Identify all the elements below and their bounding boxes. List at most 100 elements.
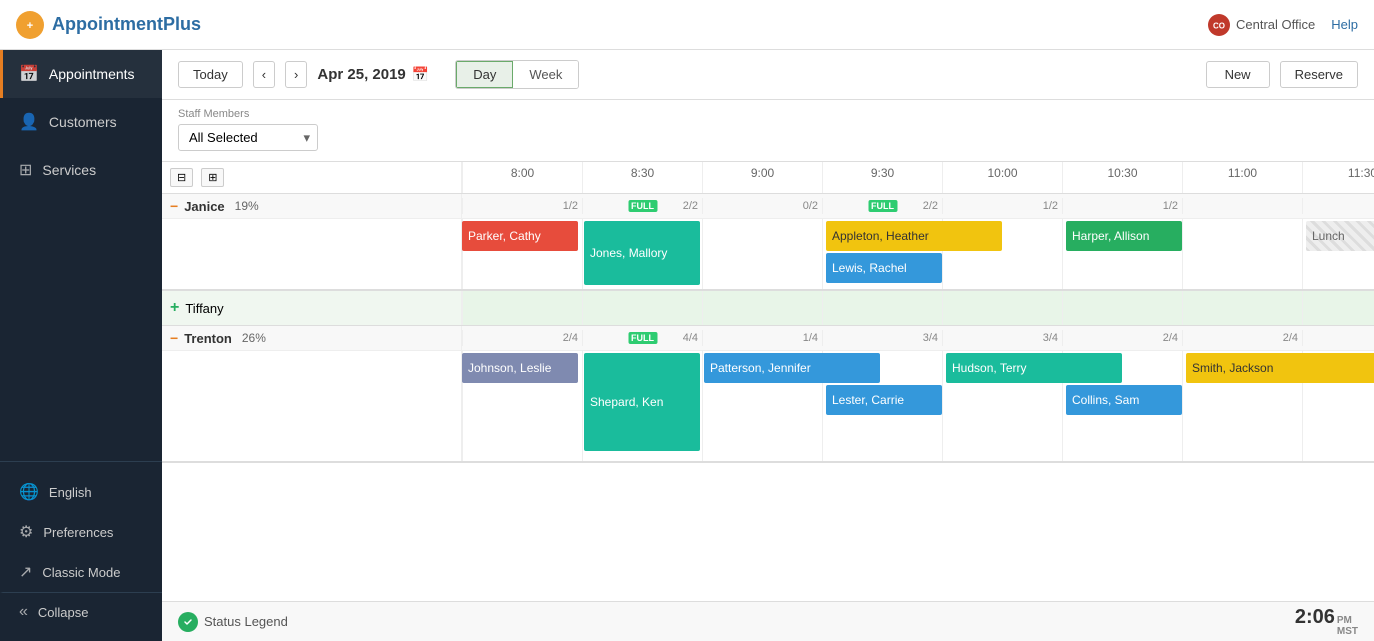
new-button[interactable]: New [1206, 61, 1270, 88]
tiffany-row: + Tiffany [162, 291, 1374, 326]
main-layout: 📅 Appointments 👤 Customers ⊞ Services 🌐 … [0, 50, 1374, 641]
svg-text:CO: CO [1213, 21, 1225, 30]
sidebar-item-preferences[interactable]: ⚙ Preferences [0, 512, 162, 552]
logo-icon: + [16, 11, 44, 39]
english-icon: 🌐 [19, 482, 39, 502]
trenton-appt-stub [162, 351, 462, 461]
appt-lester-carrie[interactable]: Lester, Carrie [826, 385, 942, 415]
trenton-cap-5: 2/4 [1062, 330, 1182, 346]
today-button[interactable]: Today [178, 61, 243, 88]
janice-name: Janice [184, 199, 224, 214]
sidebar-nav: 📅 Appointments 👤 Customers ⊞ Services [0, 50, 162, 461]
customers-icon: 👤 [19, 112, 39, 132]
collapse-icon: « [19, 603, 28, 621]
appt-lewis-rachel[interactable]: Lewis, Rachel [826, 253, 942, 283]
appointments-icon: 📅 [19, 64, 39, 84]
day-view-button[interactable]: Day [456, 61, 513, 88]
sidebar-item-label-appointments: Appointments [49, 66, 135, 82]
status-legend[interactable]: Status Legend [178, 612, 288, 632]
appt-parker-cathy[interactable]: Parker, Cathy [462, 221, 578, 251]
svg-text:+: + [27, 20, 33, 32]
calendar-icon[interactable]: 📅 [412, 66, 429, 83]
sidebar: 📅 Appointments 👤 Customers ⊞ Services 🌐 … [0, 50, 162, 641]
tiffany-cell-7 [1302, 291, 1374, 325]
trenton-appt-area: Johnson, Leslie Shepard, Ken Patterson, … [462, 351, 1374, 461]
tiffany-cell-0 [462, 291, 582, 325]
central-office-icon: CO [1208, 14, 1230, 36]
expand-view-btn[interactable]: ⊞ [201, 168, 224, 187]
appt-patterson-jennifer[interactable]: Patterson, Jennifer [704, 353, 880, 383]
janice-appt-row: Parker, Cathy Jones, Mallory Appleton, H… [162, 219, 1374, 289]
topbar-right: CO Central Office Help [1208, 14, 1358, 36]
tiffany-cells [462, 291, 1374, 325]
status-legend-label: Status Legend [204, 614, 288, 629]
logo: + AppointmentPlus [16, 11, 201, 39]
janice-cap-cells: 1/2 FULL2/2 0/2 FULL2/2 1/2 1/2 [462, 198, 1374, 214]
time-slot-1000: 10:00 [942, 162, 1062, 193]
staff-select[interactable]: All Selected [178, 124, 318, 151]
time-header: ⊟ ⊞ 8:00 8:30 9:00 9:30 10:00 10:30 11:0… [162, 162, 1374, 194]
help-link[interactable]: Help [1331, 17, 1358, 32]
tiffany-cell-6 [1182, 291, 1302, 325]
collapse-view-btn[interactable]: ⊟ [170, 168, 193, 187]
trenton-toggle[interactable]: − [170, 330, 178, 346]
time-slot-830: 8:30 [582, 162, 702, 193]
appt-smith-jackson[interactable]: Smith, Jackson [1186, 353, 1374, 383]
tiffany-name: Tiffany [185, 301, 223, 316]
next-button[interactable]: › [285, 61, 307, 88]
sidebar-item-appointments[interactable]: 📅 Appointments [0, 50, 162, 98]
trenton-cap-3: 3/4 [822, 330, 942, 346]
janice-cap-7 [1302, 198, 1374, 214]
prev-button[interactable]: ‹ [253, 61, 275, 88]
classic-mode-icon: ↗ [19, 562, 32, 582]
trenton-appt-row: Johnson, Leslie Shepard, Ken Patterson, … [162, 351, 1374, 461]
janice-appt-stub [162, 219, 462, 289]
trenton-cap-4: 3/4 [942, 330, 1062, 346]
central-office-label: Central Office [1236, 17, 1315, 32]
sidebar-item-label-preferences: Preferences [43, 525, 113, 540]
janice-toggle[interactable]: − [170, 198, 178, 214]
clock-pm: PM [1337, 615, 1358, 626]
sidebar-item-services[interactable]: ⊞ Services [0, 146, 162, 194]
tiffany-add-icon[interactable]: + [170, 299, 179, 317]
date-display: Apr 25, 2019 📅 [317, 66, 429, 83]
appt-appleton-heather[interactable]: Appleton, Heather [826, 221, 1002, 251]
week-view-button[interactable]: Week [513, 61, 578, 88]
appt-collins-sam[interactable]: Collins, Sam [1066, 385, 1182, 415]
sidebar-item-customers[interactable]: 👤 Customers [0, 98, 162, 146]
trenton-cap-cells: 2/4 FULL4/4 1/4 3/4 3/4 2/4 2/4 2/4 [462, 330, 1374, 346]
janice-cap-0: 1/2 [462, 198, 582, 214]
appt-janice-lunch[interactable]: Lunch [1306, 221, 1374, 251]
appt-johnson-leslie[interactable]: Johnson, Leslie [462, 353, 578, 383]
appt-harper-allison[interactable]: Harper, Allison [1066, 221, 1182, 251]
staff-label: Staff Members [178, 108, 1358, 120]
topbar: + AppointmentPlus CO Central Office Help [0, 0, 1374, 50]
view-toggle: Day Week [455, 60, 579, 89]
janice-pct: 19% [235, 199, 259, 213]
sidebar-item-label-services: Services [42, 162, 96, 178]
calendar-area[interactable]: ⊟ ⊞ 8:00 8:30 9:00 9:30 10:00 10:30 11:0… [162, 162, 1374, 601]
reserve-button[interactable]: Reserve [1280, 61, 1358, 88]
staff-select-wrap: All Selected [178, 124, 318, 151]
staff-selector: Staff Members All Selected [162, 100, 1374, 162]
time-slots: 8:00 8:30 9:00 9:30 10:00 10:30 11:00 11… [462, 162, 1374, 193]
sidebar-item-english[interactable]: 🌐 English [0, 472, 162, 512]
tiffany-cell-2 [702, 291, 822, 325]
clock: 2:06 PM MST [1295, 606, 1358, 637]
appt-jones-mallory[interactable]: Jones, Mallory [584, 221, 700, 285]
staff-header-trenton: − Trenton 26% 2/4 FULL4/4 1/4 3/4 3/4 2/… [162, 326, 1374, 351]
clock-tz: MST [1337, 626, 1358, 637]
appt-hudson-terry[interactable]: Hudson, Terry [946, 353, 1122, 383]
appt-shepard-ken[interactable]: Shepard, Ken [584, 353, 700, 451]
trenton-cap-0: 2/4 [462, 330, 582, 346]
time-slot-1130: 11:30 [1302, 162, 1374, 193]
tiffany-cell-3 [822, 291, 942, 325]
sidebar-item-collapse[interactable]: « Collapse [0, 592, 162, 631]
staff-section-trenton: − Trenton 26% 2/4 FULL4/4 1/4 3/4 3/4 2/… [162, 326, 1374, 463]
staff-header-janice: − Janice 19% 1/2 FULL2/2 0/2 FULL2/2 1/2… [162, 194, 1374, 219]
tiffany-cell-4 [942, 291, 1062, 325]
clock-ampm: PM MST [1337, 615, 1358, 637]
central-office[interactable]: CO Central Office [1208, 14, 1315, 36]
sidebar-item-classic-mode[interactable]: ↗ Classic Mode [0, 552, 162, 592]
trenton-pct: 26% [242, 331, 266, 345]
